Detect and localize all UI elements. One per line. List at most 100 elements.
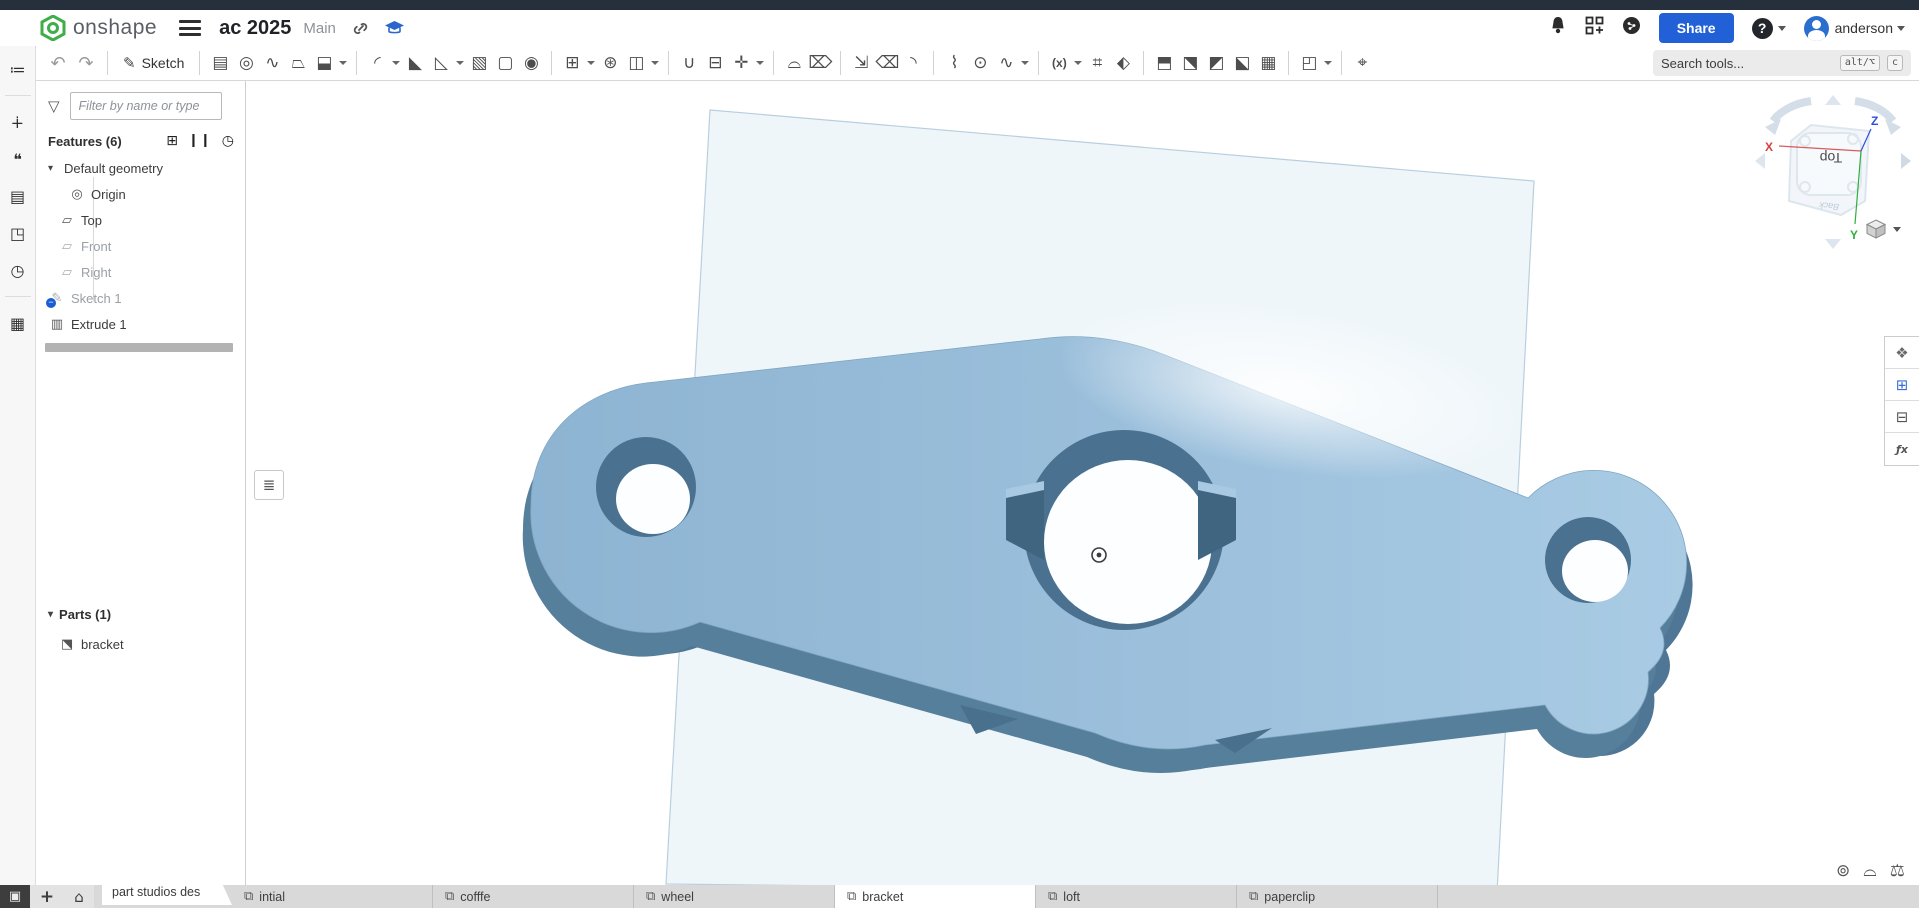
tree-item-extrude-1[interactable]: ▥Extrude 1	[36, 311, 245, 337]
select-tools-icon[interactable]: ⌖	[1349, 50, 1375, 76]
rollback-bar[interactable]	[45, 343, 233, 352]
workspace-name[interactable]: Main	[303, 20, 336, 37]
variable-dropdown-caret-icon[interactable]	[1072, 50, 1084, 76]
sheet-metal-tab-icon[interactable]: ⬕	[1229, 50, 1255, 76]
feature-list-handle-button[interactable]: ≣	[254, 470, 284, 500]
linear-pattern-dropdown-caret-icon[interactable]	[585, 50, 597, 76]
transform-icon[interactable]: ✛	[728, 50, 754, 76]
composite-part-dropdown-caret-icon[interactable]	[1322, 50, 1334, 76]
parts-header[interactable]: ▾ Parts (1)	[48, 607, 111, 622]
history-icon[interactable]: ◷	[3, 255, 33, 285]
properties-notes-icon[interactable]: ▤	[3, 181, 33, 211]
extrude-icon[interactable]: ▤	[207, 50, 233, 76]
tree-item-origin[interactable]: ◎Origin	[36, 181, 245, 207]
split-icon[interactable]: ⊟	[702, 50, 728, 76]
feature-list-icon[interactable]: ≔	[3, 54, 33, 84]
mirror-dropdown-caret-icon[interactable]	[649, 50, 661, 76]
origin-marker[interactable]	[1092, 548, 1106, 562]
appearance-panel-button[interactable]: ❖	[1885, 337, 1919, 369]
boolean-icon[interactable]: ∪	[676, 50, 702, 76]
comments-icon[interactable]: ❝	[3, 144, 33, 174]
composite-part-icon[interactable]: ◰	[1296, 50, 1322, 76]
draft-dropdown-caret-icon[interactable]	[454, 50, 466, 76]
tab-part-studios[interactable]: part studios des	[102, 879, 232, 905]
fillet-dropdown-caret-icon[interactable]	[390, 50, 402, 76]
bom-table-button[interactable]: ⊞	[1885, 369, 1919, 401]
feature-function-button[interactable]: ƒx	[1885, 433, 1919, 465]
configuration-table-button[interactable]: ⊟	[1885, 401, 1919, 433]
hole-icon[interactable]: ◉	[518, 50, 544, 76]
helix-icon[interactable]: ⌇	[941, 50, 967, 76]
circular-pattern-icon[interactable]: ⊛	[597, 50, 623, 76]
tab-wheel[interactable]: ⧉wheel	[634, 885, 835, 908]
offset-surface-icon[interactable]: ⌓	[781, 50, 807, 76]
shell-icon[interactable]: ▢	[492, 50, 518, 76]
configurations-icon[interactable]: ▦	[3, 308, 33, 338]
flange-icon[interactable]: ⬔	[1177, 50, 1203, 76]
pan-left-arrow-icon[interactable]	[1755, 153, 1765, 169]
part-help-icon[interactable]: ◳	[3, 218, 33, 248]
mirror-icon[interactable]: ◫	[623, 50, 649, 76]
suspend-icon[interactable]: ❙❙	[188, 133, 212, 149]
rotate-up-arrow-icon[interactable]	[1825, 95, 1841, 105]
linear-pattern-icon[interactable]: ⊞	[559, 50, 585, 76]
add-tab-button[interactable]: +	[30, 885, 64, 908]
rib-icon[interactable]: ▧	[466, 50, 492, 76]
draft-icon[interactable]: ◺	[428, 50, 454, 76]
part-item-bracket[interactable]: ⬔bracket	[36, 631, 245, 657]
tape-measure-icon[interactable]: ⊚	[1836, 861, 1850, 881]
document-title[interactable]: ac 2025	[219, 17, 291, 40]
tree-item-plane-top[interactable]: ▱Top	[36, 207, 245, 233]
add-folder-icon[interactable]: ⊞	[166, 133, 178, 149]
onshape-logo[interactable]: onshape	[40, 15, 157, 41]
insert-datum-icon[interactable]: ∔	[3, 107, 33, 137]
tab-cofffe[interactable]: ⧉cofffe	[433, 885, 634, 908]
tag-icon[interactable]: ⬖	[1110, 50, 1136, 76]
flat-pattern-icon[interactable]: ▦	[1255, 50, 1281, 76]
tab-loft[interactable]: ⧉loft	[1036, 885, 1237, 908]
mass-properties-icon[interactable]: ⚖	[1890, 861, 1905, 881]
graphics-viewport[interactable]: ≣ Top Back X Z Y	[246, 81, 1919, 885]
tab-paperclip[interactable]: ⧉paperclip	[1237, 885, 1438, 908]
sheet-metal-model-icon[interactable]: ⬒	[1151, 50, 1177, 76]
document-menu-icon[interactable]	[179, 20, 201, 36]
manage-tabs-home-button[interactable]: ⌂	[64, 885, 94, 908]
notifications-bell-icon[interactable]	[1549, 16, 1567, 40]
redo-button[interactable]: ↷	[72, 53, 100, 74]
tree-item-sketch-1[interactable]: ✎−Sketch 1	[36, 285, 245, 311]
loft-icon[interactable]: ⏢	[285, 50, 311, 76]
user-menu[interactable]: anderson	[1804, 16, 1905, 41]
transform-dropdown-caret-icon[interactable]	[754, 50, 766, 76]
tree-item-default-geometry[interactable]: ▾Default geometry	[36, 155, 245, 181]
rotate-left-arrow-icon[interactable]	[1773, 101, 1811, 121]
capture-button[interactable]: ▣	[0, 885, 30, 908]
point-icon[interactable]: ⊙	[967, 50, 993, 76]
filter-icon[interactable]: ▽	[48, 97, 60, 115]
tree-item-plane-front[interactable]: ▱Front	[36, 233, 245, 259]
filter-input[interactable]	[70, 92, 222, 120]
rotate-down-arrow-icon[interactable]	[1825, 239, 1841, 249]
thicken-dropdown-caret-icon[interactable]	[337, 50, 349, 76]
app-store-icon[interactable]	[1585, 16, 1604, 40]
curve-icon[interactable]: ∿	[993, 50, 1019, 76]
model-canvas[interactable]	[246, 81, 1919, 885]
ai-advisor-icon[interactable]	[1622, 16, 1641, 40]
chamfer-icon[interactable]: ◣	[402, 50, 428, 76]
move-face-icon[interactable]: ⇲	[848, 50, 874, 76]
learning-center-icon[interactable]	[385, 21, 404, 36]
tab-intial[interactable]: ⧉intial	[232, 885, 433, 908]
undo-button[interactable]: ↶	[44, 53, 72, 74]
delete-part-icon[interactable]: ⌫	[874, 50, 900, 76]
variable-icon[interactable]: (x)	[1046, 50, 1072, 76]
curve-dropdown-caret-icon[interactable]	[1019, 50, 1031, 76]
sketch-button[interactable]: ✎ Sketch	[115, 50, 192, 76]
share-link-icon[interactable]	[352, 20, 369, 37]
bend-icon[interactable]: ◩	[1203, 50, 1229, 76]
help-menu[interactable]: ?	[1752, 18, 1786, 39]
thicken-icon[interactable]: ⬓	[311, 50, 337, 76]
share-button[interactable]: Share	[1659, 13, 1734, 43]
protractor-icon[interactable]: ⌓	[1863, 861, 1876, 881]
delete-face-icon[interactable]: ⌦	[807, 50, 833, 76]
modify-fillet-icon[interactable]: ◝	[900, 50, 926, 76]
revolve-icon[interactable]: ◎	[233, 50, 259, 76]
